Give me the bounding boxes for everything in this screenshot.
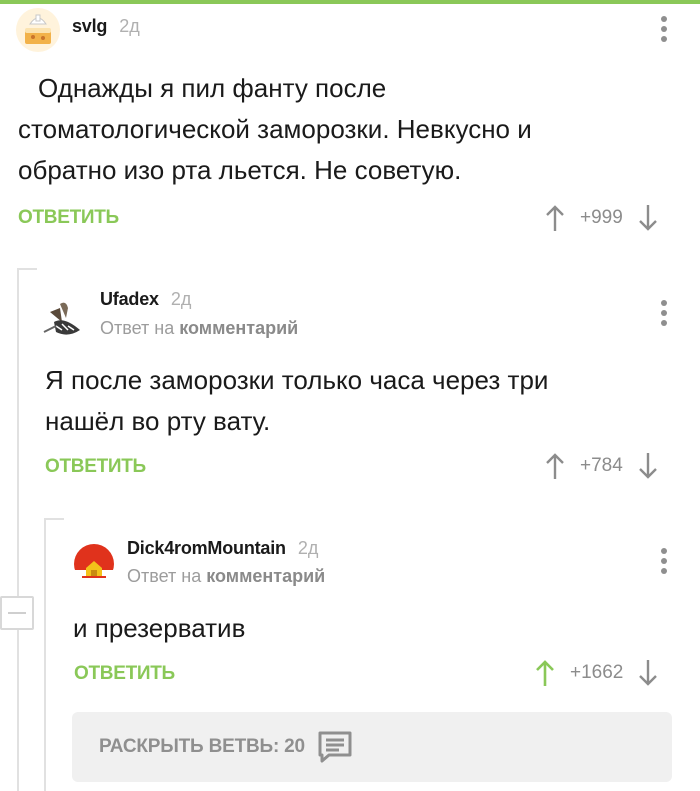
downvote-arrow-icon[interactable]	[637, 204, 659, 232]
upvote-arrow-icon[interactable]	[534, 659, 556, 687]
minus-icon	[8, 612, 26, 614]
downvote-arrow-icon[interactable]	[637, 452, 659, 480]
avatar[interactable]	[16, 8, 60, 52]
reply-target-link[interactable]: комментарий	[206, 566, 325, 586]
reply-target-link[interactable]: комментарий	[179, 318, 298, 338]
username[interactable]: Dick4romMountain	[127, 538, 286, 559]
sunset-house-avatar-icon	[74, 544, 114, 586]
username[interactable]: svlg	[72, 16, 107, 37]
reply-button[interactable]: ОТВЕТИТЬ	[18, 207, 119, 229]
reply-reference: Ответ на комментарий	[127, 566, 325, 587]
avatar[interactable]	[42, 298, 86, 342]
timestamp: 2д	[119, 16, 140, 36]
comment-text-line: обратно изо рта льется. Не советую.	[18, 155, 462, 185]
vote-controls: +1662	[534, 659, 659, 687]
comment-text-line: нашёл во рту вату.	[45, 406, 271, 436]
reply-prefix: Ответ на	[127, 566, 202, 586]
reply-reference: Ответ на комментарий	[100, 318, 298, 339]
rating-value: +784	[580, 455, 623, 476]
reply-button[interactable]: ОТВЕТИТЬ	[74, 663, 175, 685]
collapse-thread-button[interactable]	[0, 596, 34, 630]
upvote-arrow-icon[interactable]	[544, 204, 566, 232]
more-options-icon[interactable]	[660, 16, 668, 46]
upvote-arrow-icon[interactable]	[544, 452, 566, 480]
more-options-icon[interactable]	[660, 300, 668, 330]
vote-controls: +999	[544, 204, 659, 232]
thread-branch-level-2	[44, 518, 64, 520]
vote-controls: +784	[544, 452, 659, 480]
comment-text: Однажды я пил фанту после стоматологичес…	[18, 68, 532, 191]
comment-text: и презерватив	[73, 608, 245, 649]
more-options-icon[interactable]	[660, 548, 668, 578]
comment-text-line: стоматологической заморозки. Невкусно и	[18, 114, 532, 144]
comment-text-line: Я после заморозки только часа через три	[45, 365, 549, 395]
timestamp: 2д	[297, 538, 319, 558]
reply-prefix: Ответ на	[100, 318, 175, 338]
comments-icon	[318, 731, 352, 763]
username[interactable]: Ufadex	[100, 289, 159, 310]
bird-avatar-icon	[43, 302, 80, 335]
timestamp: 2д	[170, 289, 192, 309]
thread-branch-level-1	[17, 268, 37, 270]
reply-button[interactable]: ОТВЕТИТЬ	[45, 456, 146, 478]
cake-avatar-icon	[16, 8, 60, 52]
expand-thread-label: РАСКРЫТЬ ВЕТВЬ: 20	[99, 736, 305, 757]
avatar[interactable]	[72, 542, 116, 586]
rating-value: +1662	[570, 662, 624, 683]
comment-text-line: и презерватив	[73, 613, 246, 643]
rating-value: +999	[580, 207, 623, 228]
downvote-arrow-icon[interactable]	[637, 659, 659, 687]
thread-line-level-1	[17, 268, 19, 791]
comment-text: Я после заморозки только часа через три …	[45, 360, 548, 442]
comment-text-line: Однажды я пил фанту после	[38, 73, 387, 103]
top-accent-bar	[0, 0, 700, 4]
thread-line-level-2	[44, 518, 46, 791]
expand-thread-button[interactable]: РАСКРЫТЬ ВЕТВЬ: 20	[72, 712, 672, 782]
